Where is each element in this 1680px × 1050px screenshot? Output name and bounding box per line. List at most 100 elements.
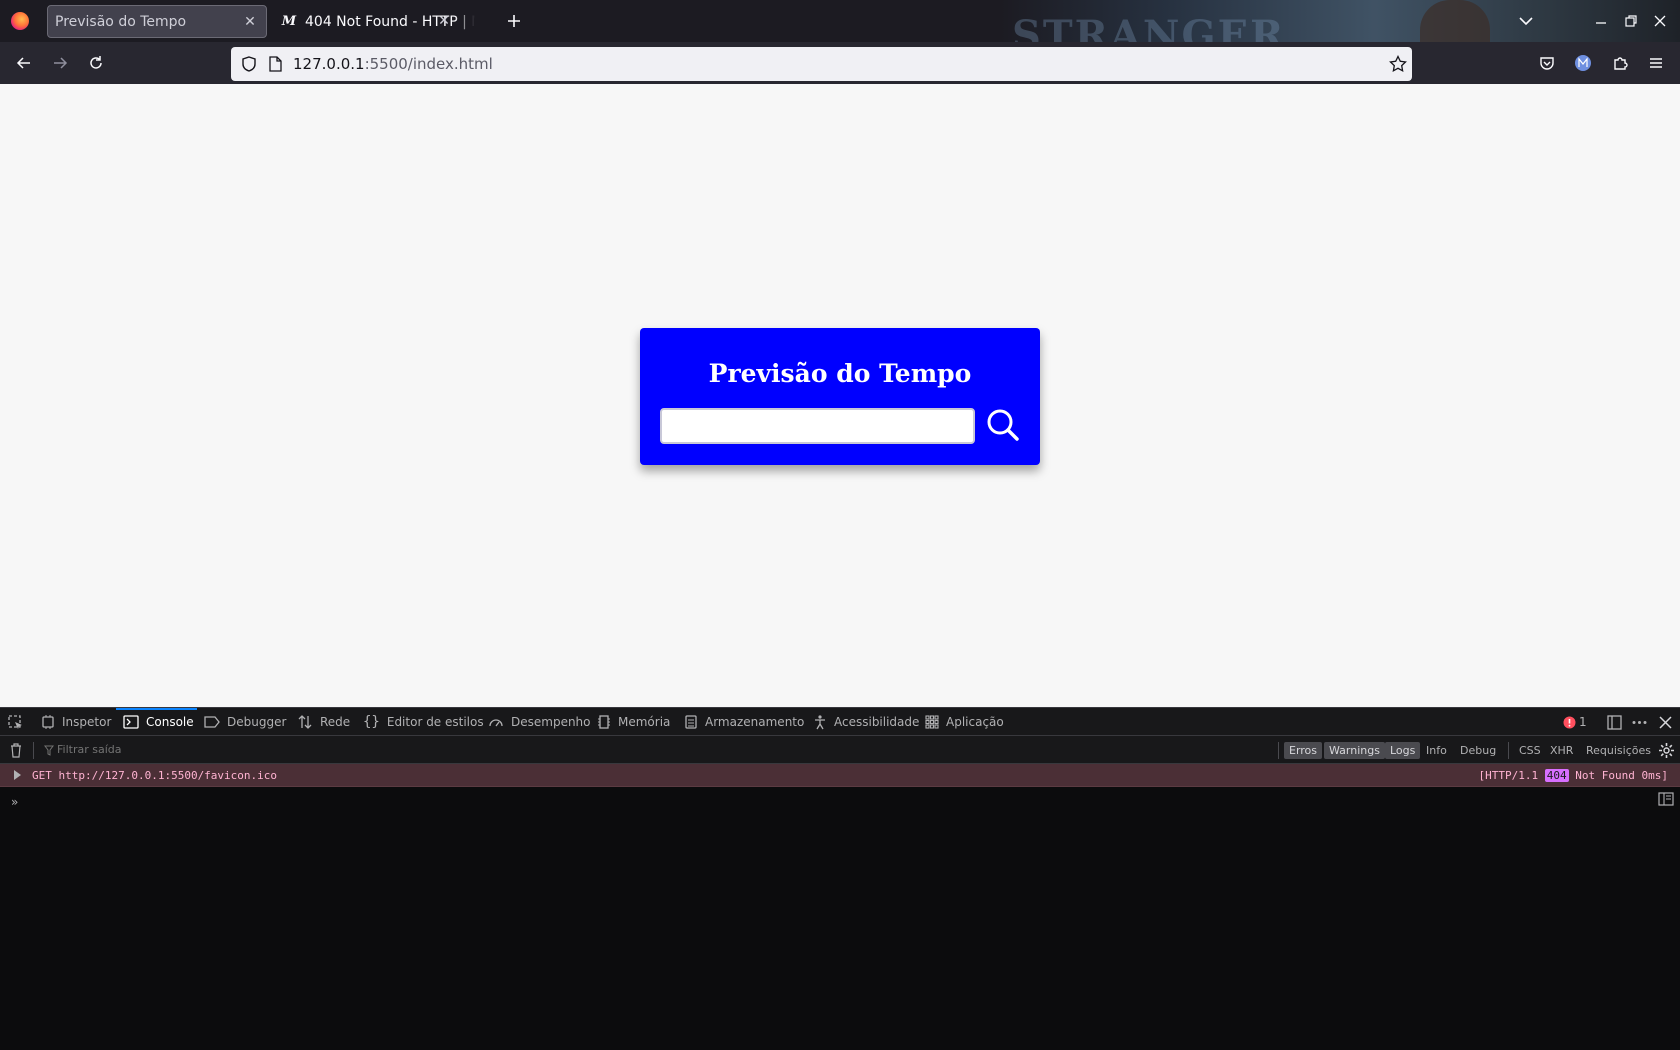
console-icon <box>123 715 139 729</box>
editor-mode-icon[interactable] <box>1658 792 1674 806</box>
devtools-tab-inspetor[interactable]: Inspetor <box>41 708 111 736</box>
plus-icon <box>508 15 520 27</box>
tab-label: Rede <box>320 715 351 729</box>
tab-404-not-found[interactable]: M 404 Not Found - HTTP | MDN ✕ <box>275 5 487 38</box>
arrow-right-icon <box>54 57 68 69</box>
puzzle-icon <box>1614 57 1628 70</box>
tab-bar: STRANGER Previsão do Tempo ✕ M 404 Not F… <box>0 0 1680 42</box>
braces-icon: {} <box>363 714 380 730</box>
devtools-tab-aplicacao[interactable]: Aplicação <box>925 708 1004 736</box>
tab-previsao-do-tempo[interactable]: Previsão do Tempo ✕ <box>47 5 267 38</box>
page-icon[interactable] <box>267 55 283 73</box>
log-request-text[interactable]: GET http://127.0.0.1:5500/favicon.ico <box>32 769 277 782</box>
more-options-icon[interactable] <box>1631 714 1648 731</box>
tab-label: Inspetor <box>62 715 112 729</box>
console-filter-bar: Filtrar saída Erros Warnings Logs Info D… <box>0 736 1680 764</box>
console-prompt-icon[interactable]: » <box>11 795 18 809</box>
theme-logo: STRANGER <box>1012 12 1286 42</box>
filter-info[interactable]: Info <box>1421 742 1452 759</box>
page-viewport: Previsão do Tempo <box>0 84 1680 707</box>
filter-warnings[interactable]: Warnings <box>1324 742 1385 759</box>
reload-icon <box>90 56 102 69</box>
gear-icon[interactable] <box>1658 742 1675 759</box>
mdn-favicon-icon: M <box>281 13 297 29</box>
trash-icon[interactable] <box>9 743 23 758</box>
error-count-badge[interactable]: 1 <box>1563 708 1587 736</box>
close-tab-icon[interactable]: ✕ <box>436 13 452 29</box>
devtools-tab-acessibilidade[interactable]: Acessibilidade <box>813 708 919 736</box>
close-devtools-icon[interactable] <box>1658 715 1673 730</box>
url-path: :5500/index.html <box>364 55 493 73</box>
weather-search-card: Previsão do Tempo <box>640 328 1040 465</box>
console-error-message[interactable]: GET http://127.0.0.1:5500/favicon.ico [H… <box>0 764 1680 787</box>
devtools-tab-debugger[interactable]: Debugger <box>204 708 286 736</box>
tab-label: Editor de estilos <box>386 715 484 729</box>
firefox-icon[interactable] <box>11 12 29 30</box>
tab-title: Previsão do Tempo <box>55 13 187 30</box>
element-picker-icon[interactable] <box>7 714 24 731</box>
account-avatar-icon <box>1575 55 1591 71</box>
forward-button[interactable] <box>50 53 70 73</box>
arrow-left-icon <box>16 57 30 69</box>
extensions-button[interactable] <box>1610 53 1630 73</box>
storage-icon <box>685 715 697 729</box>
list-all-tabs-button[interactable] <box>1516 11 1536 31</box>
account-button[interactable] <box>1573 53 1593 73</box>
memory-chip-icon <box>598 715 610 729</box>
menu-button[interactable] <box>1646 53 1666 73</box>
tab-label: Memória <box>618 715 671 729</box>
reload-button[interactable] <box>86 53 106 73</box>
status-code-badge: 404 <box>1544 769 1569 782</box>
filter-output-input[interactable]: Filtrar saída <box>57 743 122 756</box>
card-title: Previsão do Tempo <box>708 359 972 388</box>
shield-icon[interactable] <box>240 55 258 73</box>
city-search-input[interactable] <box>660 408 975 444</box>
tab-label: Debugger <box>227 715 287 729</box>
filter-xhr[interactable]: XHR <box>1545 742 1578 759</box>
devtools-tab-editor-de-estilos[interactable]: {} Editor de estilos <box>363 708 484 736</box>
devtools-tab-memoria[interactable]: Memória <box>597 708 670 736</box>
url-bar[interactable]: 127.0.0.1:5500/index.html <box>231 47 1412 81</box>
restore-icon <box>1625 15 1637 27</box>
tab-label: Armazenamento <box>705 715 805 729</box>
debugger-icon <box>204 716 220 728</box>
status-suffix: Not Found 0ms] <box>1575 769 1668 782</box>
dock-side-icon[interactable] <box>1606 714 1623 731</box>
chevron-down-icon <box>1519 17 1533 26</box>
search-button[interactable] <box>983 405 1023 445</box>
close-window-button[interactable] <box>1650 11 1670 31</box>
filter-logs[interactable]: Logs <box>1385 742 1421 759</box>
hamburger-menu-icon <box>1650 58 1662 68</box>
minimize-button[interactable] <box>1591 11 1611 31</box>
gauge-icon <box>489 719 503 727</box>
devtools-tab-armazenamento[interactable]: Armazenamento <box>684 708 804 736</box>
network-arrows-icon <box>298 715 312 729</box>
tab-label: Acessibilidade <box>834 715 920 729</box>
log-status: [HTTP/1.1 404 Not Found 0ms] <box>1479 769 1668 782</box>
filter-debug[interactable]: Debug <box>1455 742 1501 759</box>
pocket-button[interactable] <box>1537 53 1557 73</box>
devtools-tab-console[interactable]: Console <box>123 708 194 736</box>
theme-figure <box>1420 0 1490 42</box>
application-grid-icon <box>925 715 939 729</box>
url-text[interactable]: 127.0.0.1:5500/index.html <box>293 55 493 73</box>
filter-errors[interactable]: Erros <box>1284 742 1323 759</box>
close-tab-icon[interactable]: ✕ <box>242 14 258 30</box>
devtools-tab-rede[interactable]: Rede <box>297 708 350 736</box>
inspector-icon <box>42 715 54 729</box>
url-host: 127.0.0.1 <box>293 55 365 73</box>
filter-css[interactable]: CSS <box>1514 742 1546 759</box>
restore-button[interactable] <box>1621 11 1641 31</box>
bookmark-star-icon[interactable] <box>1388 54 1408 74</box>
pocket-icon <box>1540 57 1554 70</box>
status-prefix: [HTTP/1.1 <box>1478 769 1539 782</box>
back-button[interactable] <box>14 53 34 73</box>
expand-arrow-icon[interactable] <box>14 770 21 780</box>
devtools-toolbar: Inspetor Console Debugger Rede {} Editor… <box>0 707 1680 736</box>
devtools-tab-desempenho[interactable]: Desempenho <box>488 708 591 736</box>
new-tab-button[interactable] <box>504 11 524 31</box>
minimize-icon <box>1596 22 1606 24</box>
search-icon <box>987 409 1019 441</box>
filter-requests[interactable]: Requisições <box>1581 742 1656 759</box>
tab-label: Desempenho <box>511 715 591 729</box>
